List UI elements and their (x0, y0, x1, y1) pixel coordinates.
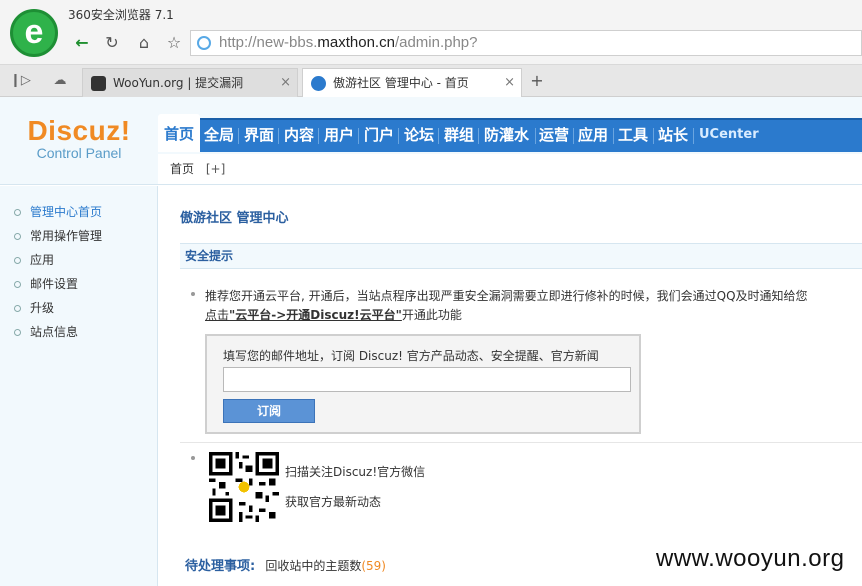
nav-item-apps[interactable]: 应用 (574, 120, 612, 152)
nav-item-forum[interactable]: 论坛 (400, 120, 438, 152)
sidebar-item-mail-settings[interactable]: 邮件设置 (0, 272, 157, 296)
nav-item-home[interactable]: 首页 (158, 114, 201, 152)
close-icon[interactable]: × (280, 69, 291, 97)
address-bar[interactable]: http://new-bbs.maxthon.cn/admin.php? (190, 30, 862, 56)
tab-bar: ❙▷ ☁ WooYun.org | 提交漏洞 × 傲游社区 管理中心 - 首页 … (0, 65, 862, 98)
sidebar-item-upgrade[interactable]: 升级 (0, 296, 157, 320)
subnav-home[interactable]: 首页 (170, 162, 194, 176)
sidebar: 管理中心首页 常用操作管理 应用 邮件设置 升级 站点信息 (0, 186, 158, 586)
nav-separator (358, 128, 359, 144)
globe-icon (197, 36, 211, 50)
url-text: http://new-bbs.maxthon.cn/admin.php? (219, 34, 478, 51)
nav-item-tools[interactable]: 工具 (614, 120, 652, 152)
pending-label: 待处理事项: (185, 559, 256, 574)
maxthon-favicon-icon (311, 76, 326, 91)
admin-header: Discuz! Control Panel 首页 全局 界面 内容 用户 门户 … (0, 97, 862, 185)
nav-item-interface[interactable]: 界面 (240, 120, 278, 152)
nav-item-users[interactable]: 用户 (320, 120, 358, 152)
sub-nav: 首页 [+] (158, 154, 862, 184)
bullet-icon (191, 292, 195, 296)
cloud-icon[interactable]: ☁ (50, 71, 70, 91)
nav-separator (278, 128, 279, 144)
sidebar-item-site-info[interactable]: 站点信息 (0, 320, 157, 344)
security-notice-text: 推荐您开通云平台, 开通后，当站点程序出现严重安全漏洞需要立即进行修补的时候，我… (205, 289, 808, 303)
home-icon[interactable]: ⌂ (130, 31, 158, 55)
tab-label: WooYun.org | 提交漏洞 (113, 76, 244, 90)
sidebar-item-admin-home[interactable]: 管理中心首页 (0, 200, 157, 224)
nav-separator (398, 128, 399, 144)
recycle-bin-link[interactable]: 回收站中的主题数(59) (265, 559, 386, 573)
logo-brand: Discuz! (27, 115, 131, 146)
new-tab-button[interactable]: + (527, 72, 547, 90)
nav-separator (478, 128, 479, 144)
back-arrow-icon[interactable]: ← (68, 31, 96, 55)
bullet-icon (191, 456, 195, 460)
wooyun-favicon-icon (91, 76, 106, 91)
browser-toolbar: 360安全浏览器 7.1 ← ↻ ⌂ ☆ http://new-bbs.maxt… (0, 0, 862, 65)
browser-logo-icon (10, 9, 58, 57)
nav-separator (238, 128, 239, 144)
nav-item-ucenter[interactable]: UCenter (695, 120, 763, 152)
discuz-logo[interactable]: Discuz! Control Panel (14, 115, 144, 161)
subscribe-label: 填写您的邮件地址，订阅 Discuz! 官方产品动态、安全提醒、官方新闻 (223, 349, 599, 363)
top-nav: 首页 全局 界面 内容 用户 门户 论坛 群组 防灌水 运营 应用 工具 站长 … (158, 114, 862, 152)
qr-caption-scan: 扫描关注Discuz!官方微信 (285, 465, 426, 479)
qr-caption-news: 获取官方最新动态 (285, 495, 382, 509)
security-section-header: 安全提示 (180, 243, 862, 269)
tab-admin[interactable]: 傲游社区 管理中心 - 首页 × (302, 68, 522, 98)
nav-item-operations[interactable]: 运营 (535, 120, 573, 152)
star-icon[interactable]: ☆ (160, 31, 188, 55)
close-icon[interactable]: × (504, 69, 515, 97)
browser-title: 360安全浏览器 7.1 (68, 8, 174, 22)
tab-wooyun[interactable]: WooYun.org | 提交漏洞 × (82, 68, 298, 97)
sidebar-item-common-ops[interactable]: 常用操作管理 (0, 224, 157, 248)
nav-separator (318, 128, 319, 144)
watermark-text: www.wooyun.org (656, 545, 845, 572)
wechat-qr-code (209, 452, 279, 522)
enable-cloud-link[interactable]: 点击"云平台->开通Discuz!云平台" (205, 308, 402, 322)
nav-separator (693, 128, 694, 144)
cloud-notice-line: 点击"云平台->开通Discuz!云平台"开通此功能 (205, 308, 462, 322)
refresh-icon[interactable]: ↻ (98, 31, 126, 55)
logo-subtitle: Control Panel (36, 145, 122, 161)
subnav-add-button[interactable]: [+] (206, 162, 225, 176)
nav-item-antispam[interactable]: 防灌水 (480, 120, 533, 152)
divider (180, 442, 862, 443)
sidebar-item-apps[interactable]: 应用 (0, 248, 157, 272)
nav-item-content[interactable]: 内容 (280, 120, 318, 152)
subscribe-box: 填写您的邮件地址，订阅 Discuz! 官方产品动态、安全提醒、官方新闻 订阅 (205, 334, 641, 434)
nav-separator (438, 128, 439, 144)
nav-item-groups[interactable]: 群组 (440, 120, 478, 152)
tab-label: 傲游社区 管理中心 - 首页 (333, 76, 469, 90)
nav-item-webmaster[interactable]: 站长 (654, 120, 692, 152)
nav-item-global[interactable]: 全局 (200, 120, 238, 152)
nav-item-portal[interactable]: 门户 (360, 120, 398, 152)
sidebar-toggle-icon[interactable]: ❙▷ (10, 71, 31, 91)
page-title: 傲游社区 管理中心 (180, 211, 289, 226)
main-content: 傲游社区 管理中心 安全提示 推荐您开通云平台, 开通后，当站点程序出现严重安全… (159, 186, 862, 586)
pending-items: 待处理事项: 回收站中的主题数(59) (185, 555, 386, 574)
subscribe-button[interactable]: 订阅 (223, 399, 315, 423)
watermark: www.wooyun.org (652, 541, 862, 586)
email-field[interactable] (223, 367, 631, 392)
